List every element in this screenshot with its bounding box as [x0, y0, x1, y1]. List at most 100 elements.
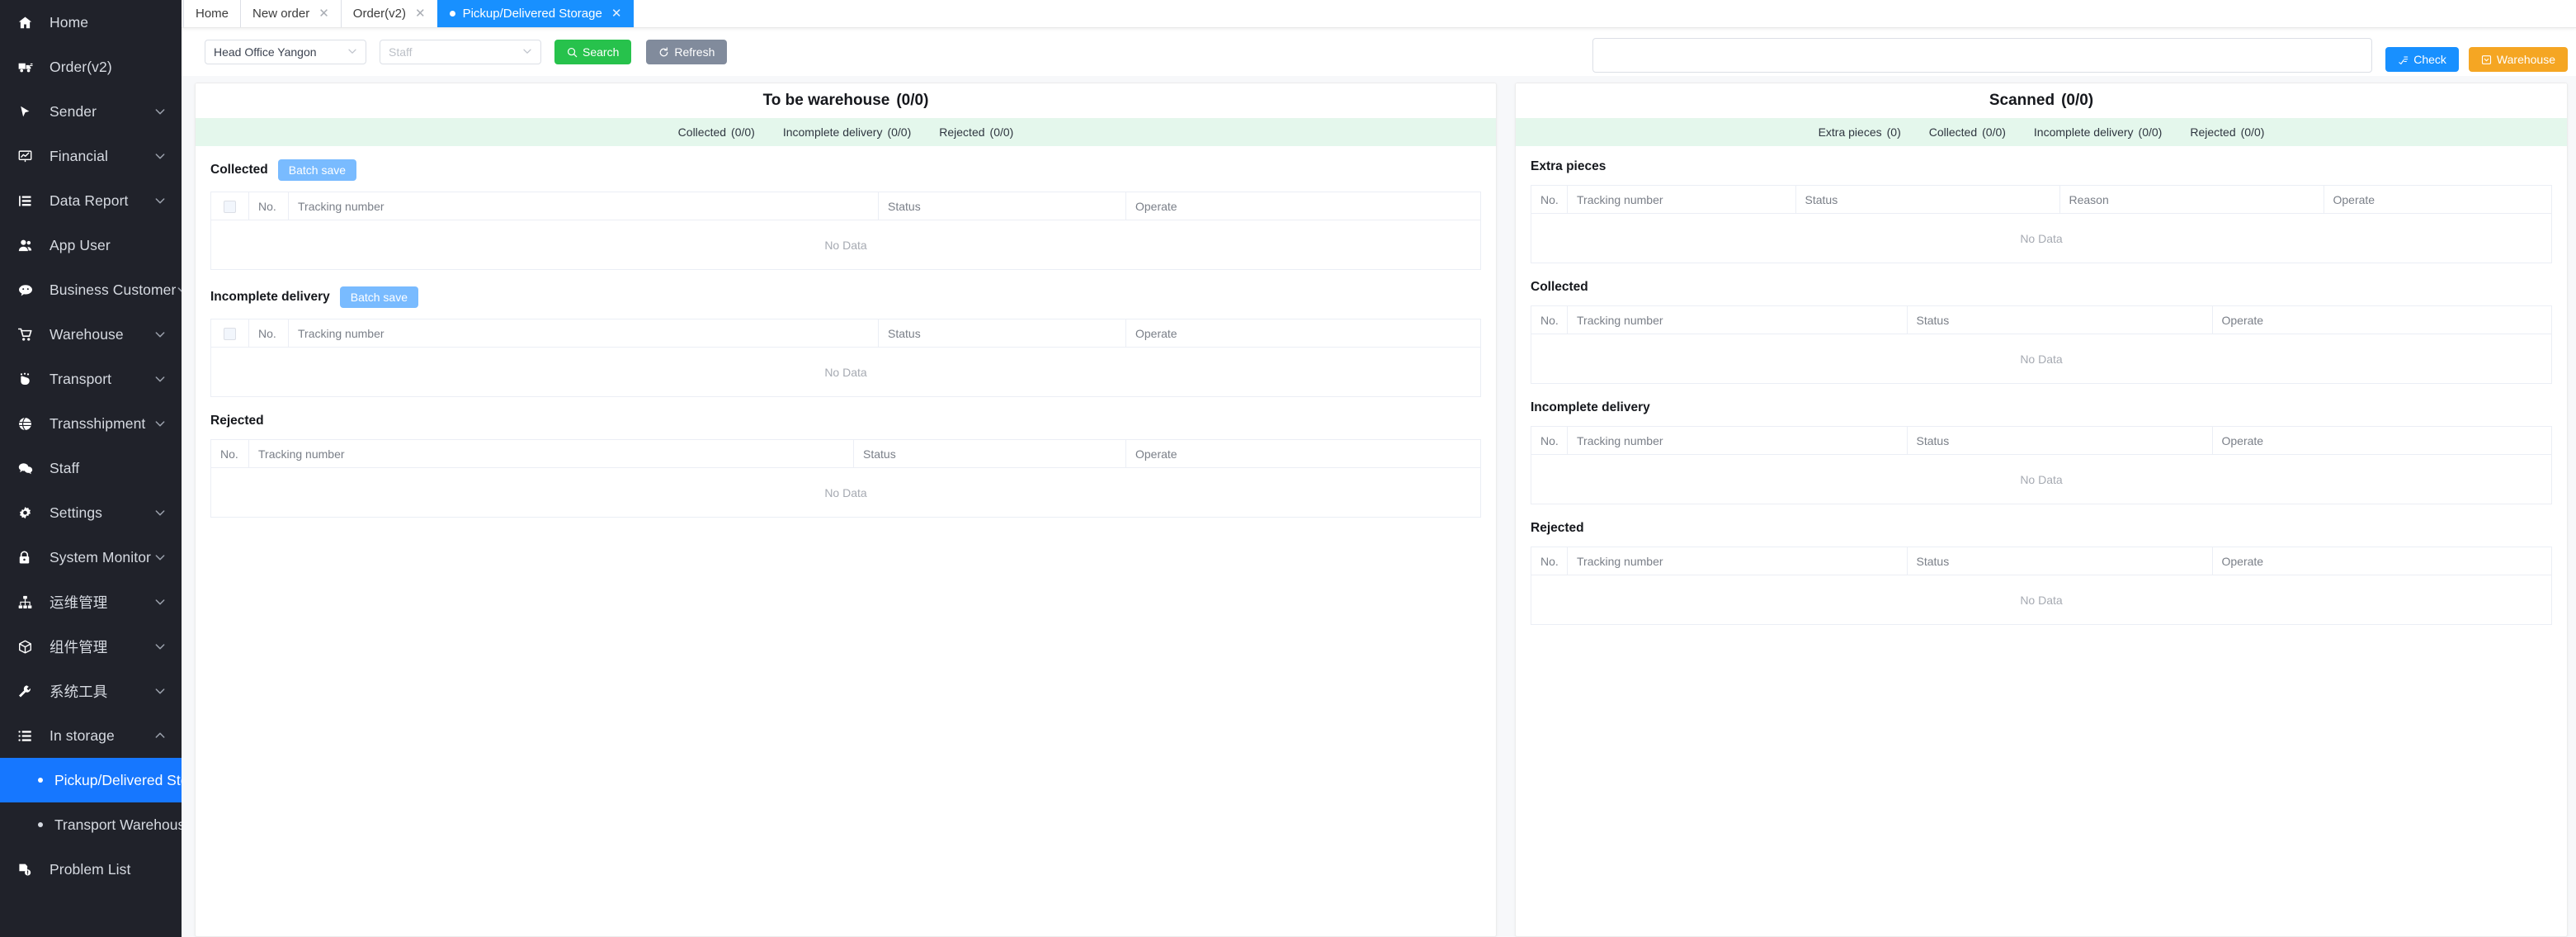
sidebar-item-sender[interactable]: Sender — [0, 89, 182, 134]
summary-count: (0) — [1886, 125, 1901, 139]
sidebar-item-staff[interactable]: Staff — [0, 446, 182, 490]
cursor-icon — [18, 103, 40, 120]
search-button-label: Search — [583, 45, 620, 59]
summary-label: Incomplete delivery — [2033, 125, 2134, 139]
batch-save-button[interactable]: Batch save — [277, 159, 357, 181]
sidebar-item-app-user[interactable]: App User — [0, 223, 182, 267]
table-collected: No. Tracking number Status Operate — [210, 192, 1481, 220]
tab-label: New order — [252, 7, 310, 21]
section-header: Collected — [1531, 280, 2552, 295]
sidebar-item-transshipment[interactable]: Transshipment — [0, 401, 182, 446]
office-select[interactable]: Head Office Yangon — [205, 40, 366, 64]
storage-list-icon — [18, 727, 40, 744]
column-header: Tracking number — [1567, 185, 1796, 214]
column-header: Operate — [2324, 185, 2552, 214]
staff-select-value: Staff — [389, 45, 413, 59]
section-header: Incomplete delivery Batch save — [210, 286, 1481, 308]
summary-label: Collected — [1928, 125, 1978, 139]
sidebar-item-in-storage[interactable]: In storage — [0, 713, 182, 758]
close-icon[interactable]: ✕ — [318, 7, 329, 20]
section-incomplete-delivery: Incomplete delivery No. Tracking number Sta… — [1531, 400, 2552, 504]
sidebar-item-system-monitor[interactable]: System Monitor — [0, 535, 182, 580]
bullet-icon — [38, 778, 43, 783]
sidebar-item-warehouse[interactable]: Warehouse — [0, 312, 182, 357]
column-header: Tracking number — [288, 319, 879, 348]
summary-count: (0/0) — [2240, 125, 2265, 139]
select-all-header — [210, 319, 249, 348]
select-all-checkbox[interactable] — [224, 200, 236, 213]
globe-icon — [18, 415, 40, 432]
sidebar-item-problem-list[interactable]: Problem List — [0, 847, 182, 892]
column-header: No. — [248, 319, 289, 348]
chevron-down-icon — [153, 194, 167, 207]
sidebar-item-transport[interactable]: Transport — [0, 357, 182, 401]
to-be-warehouse-panel: To be warehouse (0/0) Collected (0/0) Inco… — [195, 83, 1497, 937]
chart-board-icon — [18, 148, 40, 164]
table-header-row: No. Tracking number Status Operate — [210, 192, 1481, 220]
sidebar-item-order-v2[interactable]: Order(v2) — [0, 45, 182, 89]
sidebar-item-label: Transshipment — [50, 414, 146, 432]
search-button[interactable]: Search — [554, 40, 632, 64]
tab-new-order[interactable]: New order ✕ — [240, 0, 342, 27]
sidebar-subitem-pickup-delivered-storage[interactable]: Pickup/Delivered Storage — [0, 758, 182, 802]
select-all-checkbox[interactable] — [224, 327, 236, 340]
table-header-row: No. Tracking number Status Operate — [1531, 547, 2552, 575]
batch-save-button[interactable]: Batch save — [339, 286, 418, 308]
tab-order-v2[interactable]: Order(v2) ✕ — [340, 0, 438, 27]
sidebar-subitem-transport-warehoused[interactable]: Transport Warehoused — [0, 802, 182, 847]
column-header: Tracking number — [288, 192, 879, 220]
sidebar-item-label: 运维管理 — [50, 594, 108, 611]
column-header: Operate — [1125, 319, 1481, 348]
column-header: No. — [1531, 426, 1568, 455]
column-header: Operate — [1125, 439, 1481, 468]
table-incomplete-delivery: No. Tracking number Status Operate — [210, 319, 1481, 348]
warehouse-button-label: Warehouse — [2496, 53, 2555, 66]
sidebar-item-item-13[interactable]: 运维管理 — [0, 580, 182, 624]
chevron-down-icon — [522, 46, 532, 59]
refresh-button[interactable]: Refresh — [646, 40, 728, 64]
warehouse-button[interactable]: Warehouse — [2468, 47, 2568, 72]
tab-pickup-delivered-storage[interactable]: Pickup/Delivered Storage ✕ — [436, 0, 635, 27]
staff-select[interactable]: Staff — [380, 40, 541, 64]
check-button[interactable]: Check — [2385, 47, 2459, 72]
sidebar-item-financial[interactable]: Financial — [0, 134, 182, 178]
column-header: Status — [1907, 426, 2213, 455]
tab-home[interactable]: Home — [183, 0, 242, 27]
sidebar-item-label: 系统工具 — [50, 683, 108, 700]
table-header-row: No. Tracking number Status Operate — [1531, 426, 2552, 455]
empty-state: No Data — [1531, 575, 2552, 625]
sidebar-item-item-14[interactable]: 组件管理 — [0, 624, 182, 669]
comment-dots-icon — [18, 460, 40, 476]
section-header: Incomplete delivery — [1531, 400, 2552, 415]
empty-state: No Data — [210, 220, 1481, 270]
to-be-warehouse-title: To be warehouse (0/0) — [196, 83, 1496, 118]
sidebar-item-settings[interactable]: Settings — [0, 490, 182, 535]
section-title: Rejected — [1531, 521, 1584, 535]
column-header: Status — [1795, 185, 2060, 214]
sidebar-item-label: Transport — [50, 370, 112, 387]
sidebar-item-home[interactable]: Home — [0, 0, 182, 45]
search-icon — [567, 47, 578, 58]
sidebar-item-item-15[interactable]: 系统工具 — [0, 669, 182, 713]
scan-input[interactable] — [1592, 38, 2373, 73]
office-select-value: Head Office Yangon — [214, 45, 317, 59]
table-incomplete-delivery: No. Tracking number Status Operate — [1531, 426, 2552, 455]
column-header: No. — [1531, 547, 1568, 575]
close-icon[interactable]: ✕ — [611, 7, 622, 20]
column-header: Tracking number — [1567, 426, 1908, 455]
sidebar-item-data-report[interactable]: Data Report — [0, 178, 182, 223]
section-collected: Collected Batch save No. Tracking number Sta… — [210, 159, 1481, 270]
tab-label: Home — [196, 7, 229, 21]
column-header: No. — [1531, 305, 1568, 334]
column-header: Tracking number — [1567, 305, 1908, 334]
summary-label: Rejected — [939, 125, 985, 139]
sidebar-item-business-customer[interactable]: Business Customer — [0, 267, 182, 312]
scanned-summary: Extra pieces (0) Collected (0/0) Incomplete … — [1516, 118, 2567, 146]
column-header: No. — [210, 439, 249, 468]
column-header: No. — [1531, 185, 1568, 214]
column-header: No. — [248, 192, 289, 220]
empty-state: No Data — [210, 468, 1481, 518]
close-icon[interactable]: ✕ — [415, 7, 426, 20]
panel-title-count: (0/0) — [2061, 92, 2094, 109]
column-header: Tracking number — [1567, 547, 1908, 575]
